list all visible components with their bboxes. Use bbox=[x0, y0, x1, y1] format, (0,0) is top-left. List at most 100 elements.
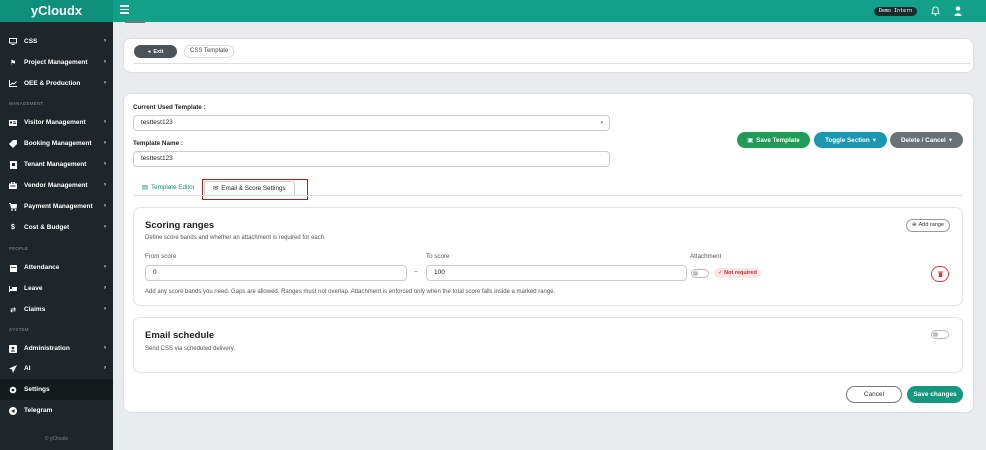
scoring-ranges-card: Scoring ranges Define score bands and wh… bbox=[133, 207, 963, 306]
sidebar-item-label: Claims bbox=[24, 306, 46, 313]
chevron-right-icon: › bbox=[104, 264, 106, 270]
chevron-down-icon: ▾ bbox=[872, 136, 876, 144]
sidebar-item-tenant-management[interactable]: Tenant Management › bbox=[0, 154, 113, 175]
sidebar-item-label: Leave bbox=[24, 285, 43, 292]
sidebar-item-label: Settings bbox=[24, 386, 50, 393]
sidebar-section-people: PEOPLE bbox=[9, 246, 29, 251]
back-arrow-icon: ◂ bbox=[147, 48, 151, 55]
delete-range-button[interactable] bbox=[931, 266, 949, 282]
sidebar-item-label: CSS bbox=[24, 38, 38, 45]
sidebar-item-administration[interactable]: Administration › bbox=[0, 338, 113, 359]
chevron-right-icon: › bbox=[104, 224, 106, 230]
cart-icon bbox=[9, 202, 17, 211]
email-schedule-toggle[interactable] bbox=[931, 330, 949, 339]
sidebar-item-cost-budget[interactable]: $ Cost & Budget › bbox=[0, 217, 113, 238]
tab-template-editor[interactable]: ▤ Template Editor bbox=[142, 184, 195, 191]
plus-circle-icon: ⊕ bbox=[912, 222, 917, 228]
breadcrumb: CSS Template bbox=[184, 45, 235, 58]
send-icon bbox=[9, 364, 17, 373]
gear-icon bbox=[9, 386, 17, 394]
toggle-section-button[interactable]: Toggle Section ▾ bbox=[814, 132, 887, 148]
chevron-right-icon: › bbox=[104, 345, 106, 351]
chevron-right-icon: › bbox=[104, 80, 106, 86]
attachment-status-badge: ✓ Not required bbox=[714, 268, 761, 278]
sidebar-item-project-management[interactable]: ⚑ Project Management › bbox=[0, 52, 113, 73]
to-score-input[interactable]: 100 bbox=[426, 265, 687, 281]
chevron-right-icon: › bbox=[104, 161, 106, 167]
user-box-icon bbox=[9, 344, 17, 353]
sidebar-item-label: Cost & Budget bbox=[24, 224, 70, 231]
scoring-ranges-description: Define score bands and whether an attach… bbox=[145, 235, 326, 241]
calendar-icon bbox=[9, 264, 17, 272]
from-score-input[interactable]: 0 bbox=[145, 265, 407, 281]
divider bbox=[134, 63, 970, 64]
highlight-box bbox=[202, 179, 308, 200]
bell-icon[interactable] bbox=[931, 6, 940, 16]
delete-cancel-button[interactable]: Delete / Cancel ▾ bbox=[890, 132, 963, 148]
sidebar-item-label: Administration bbox=[24, 345, 70, 352]
telegram-icon bbox=[9, 406, 17, 415]
email-schedule-card: Email schedule Send CSS via scheduled de… bbox=[133, 317, 963, 373]
check-icon: ✓ bbox=[718, 270, 723, 276]
sidebar-item-label: Project Management bbox=[24, 59, 88, 66]
current-template-select[interactable]: testtest123 ▾ bbox=[133, 115, 610, 131]
sidebar-footer: © yCloudx bbox=[44, 436, 69, 442]
save-changes-button[interactable]: Save changes bbox=[907, 386, 963, 403]
sidebar-item-label: Payment Management bbox=[24, 203, 93, 210]
chart-line-icon bbox=[9, 80, 17, 88]
file-icon: ▤ bbox=[142, 184, 148, 191]
sidebar-item-attendance[interactable]: Attendance › bbox=[0, 257, 113, 278]
trash-icon bbox=[937, 271, 943, 277]
sidebar-item-label: Visitor Management bbox=[24, 119, 86, 126]
sidebar-item-payment-management[interactable]: Payment Management › bbox=[0, 196, 113, 217]
chevron-right-icon: › bbox=[104, 182, 106, 188]
briefcase-icon bbox=[9, 182, 17, 190]
user-icon[interactable] bbox=[954, 6, 962, 16]
flag-icon: ⚑ bbox=[9, 59, 17, 67]
to-score-label: To score bbox=[426, 253, 450, 260]
sidebar-item-label: Booking Management bbox=[24, 140, 92, 147]
save-template-button[interactable]: ▣ Save Template bbox=[737, 132, 810, 148]
sidebar-item-visitor-management[interactable]: Visitor Management › bbox=[0, 112, 113, 133]
sidebar-item-ai[interactable]: AI › bbox=[0, 358, 113, 379]
user-name-badge[interactable]: Demo Intern bbox=[874, 7, 918, 16]
sidebar-item-label: Telegram bbox=[24, 407, 53, 414]
building-icon bbox=[9, 160, 17, 169]
chevron-right-icon: › bbox=[104, 140, 106, 146]
main-content: ◂ Exit CSS Template Current Used Templat… bbox=[113, 21, 986, 450]
template-name-label: Template Name : bbox=[133, 140, 183, 147]
template-settings-card: Current Used Template : testtest123 ▾ Te… bbox=[124, 94, 973, 412]
chevron-right-icon: › bbox=[104, 38, 106, 44]
brand-logo[interactable]: yCloudx bbox=[0, 0, 113, 22]
chevron-right-icon: › bbox=[104, 203, 106, 209]
add-range-button[interactable]: ⊕ Add range bbox=[906, 219, 950, 232]
sidebar-item-claims[interactable]: ⇄ Claims › bbox=[0, 299, 113, 320]
sidebar-item-telegram[interactable]: Telegram bbox=[0, 400, 113, 421]
menu-toggle-icon[interactable] bbox=[120, 5, 129, 14]
tag-icon bbox=[9, 139, 17, 148]
cancel-button[interactable]: Cancel bbox=[846, 386, 902, 403]
sidebar-section-management: MANAGEMENT bbox=[9, 101, 44, 106]
chevron-right-icon: › bbox=[104, 365, 106, 371]
scoring-note: Add any score bands you need. Gaps are a… bbox=[145, 289, 556, 295]
from-score-label: From score bbox=[145, 253, 177, 260]
email-schedule-title: Email schedule bbox=[145, 330, 215, 341]
sidebar-item-leave[interactable]: Leave › bbox=[0, 278, 113, 299]
email-schedule-description: Send CSS via scheduled delivery. bbox=[145, 346, 235, 352]
attachment-toggle[interactable] bbox=[691, 269, 709, 278]
sidebar-item-css[interactable]: CSS › bbox=[0, 31, 113, 52]
scoring-ranges-title: Scoring ranges bbox=[145, 220, 215, 231]
monitor-icon bbox=[9, 38, 17, 46]
chevron-right-icon: › bbox=[104, 306, 106, 312]
sidebar-item-settings[interactable]: Settings bbox=[0, 379, 113, 400]
sidebar-item-booking-management[interactable]: Booking Management › bbox=[0, 133, 113, 154]
sidebar-item-oee-production[interactable]: OEE & Production › bbox=[0, 73, 113, 94]
template-name-input[interactable]: testtest123 bbox=[133, 151, 610, 167]
page-title-fragment bbox=[125, 21, 145, 23]
exit-button[interactable]: ◂ Exit bbox=[134, 45, 177, 58]
dollar-icon: $ bbox=[11, 224, 15, 231]
sidebar-item-vendor-management[interactable]: Vendor Management › bbox=[0, 175, 113, 196]
attachment-label: Attachment bbox=[690, 253, 722, 260]
sidebar: CSS › ⚑ Project Management › OEE & Produ… bbox=[0, 22, 113, 450]
bed-icon bbox=[9, 285, 17, 293]
